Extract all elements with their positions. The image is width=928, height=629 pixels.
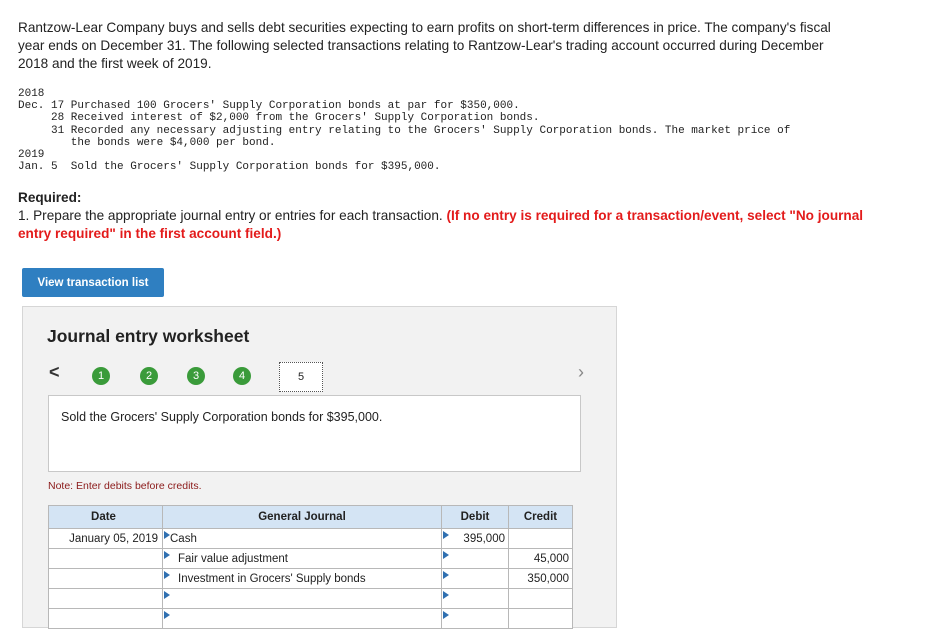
journal-table: Date General Journal Debit Credit Januar… — [48, 505, 573, 629]
table-row — [48, 588, 573, 609]
account-cell[interactable]: Cash — [162, 528, 442, 549]
entry-marker-icon — [443, 571, 449, 579]
credit-cell[interactable]: 350,000 — [508, 568, 573, 589]
dropdown-triangle-icon[interactable] — [164, 611, 170, 619]
account-name: Cash — [170, 532, 197, 545]
entry-marker-icon — [443, 531, 449, 539]
header-debit: Debit — [441, 505, 509, 529]
account-cell[interactable] — [162, 588, 442, 609]
year-2018: 2018 — [18, 88, 45, 100]
step-4-button[interactable]: 4 — [233, 367, 251, 385]
credit-value: 45,000 — [533, 552, 569, 565]
transaction-jan-5: Jan. 5 Sold the Grocers' Supply Corporat… — [18, 161, 441, 174]
table-row: Fair value adjustment 45,000 — [48, 548, 573, 569]
entry-note: Note: Enter debits before credits. — [48, 480, 202, 492]
account-cell[interactable] — [162, 608, 442, 629]
table-row: Investment in Grocers' Supply bonds 350,0… — [48, 568, 573, 589]
debit-cell[interactable] — [441, 548, 509, 569]
debit-cell[interactable] — [441, 588, 509, 609]
transaction-list: 2018 Dec. 17 Purchased 100 Grocers' Supp… — [18, 88, 790, 173]
worksheet-title: Journal entry worksheet — [47, 326, 250, 346]
account-name: Investment in Grocers' Supply bonds — [178, 572, 366, 585]
journal-entry-worksheet: Journal entry worksheet < 1 2 3 4 5 › So… — [22, 306, 617, 629]
dropdown-triangle-icon[interactable] — [164, 551, 170, 559]
year-2019: 2019 — [18, 149, 45, 162]
debit-cell[interactable]: 395,000 — [441, 528, 509, 549]
table-row — [48, 608, 573, 629]
debit-cell[interactable] — [441, 568, 509, 589]
transaction-description: Sold the Grocers' Supply Corporation bon… — [61, 410, 383, 424]
debit-cell[interactable] — [441, 608, 509, 629]
date-cell[interactable] — [48, 588, 163, 609]
step-5-button[interactable]: 5 — [279, 362, 323, 392]
credit-value: 350,000 — [527, 572, 569, 585]
step-2-button[interactable]: 2 — [140, 367, 158, 385]
transaction-description-box: Sold the Grocers' Supply Corporation bon… — [48, 395, 581, 472]
view-transaction-list-button[interactable]: View transaction list — [22, 268, 164, 297]
entry-marker-icon — [443, 591, 449, 599]
dropdown-triangle-icon[interactable] — [164, 571, 170, 579]
date-cell[interactable] — [48, 548, 163, 569]
header-credit: Credit — [508, 505, 573, 529]
account-name: Fair value adjustment — [178, 552, 288, 565]
required-section: Required: 1. Prepare the appropriate jou… — [18, 189, 868, 243]
header-general-journal: General Journal — [162, 505, 442, 529]
prev-arrow-icon[interactable]: < — [49, 362, 60, 383]
date-cell[interactable] — [48, 608, 163, 629]
credit-cell[interactable] — [508, 608, 573, 629]
table-row: January 05, 2019 Cash 395,000 — [48, 528, 573, 549]
transaction-dec-31: 31 Recorded any necessary adjusting entr… — [18, 124, 791, 137]
header-date: Date — [48, 505, 163, 529]
account-cell[interactable]: Investment in Grocers' Supply bonds — [162, 568, 442, 589]
debit-value: 395,000 — [463, 532, 505, 545]
dropdown-triangle-icon[interactable] — [164, 531, 170, 539]
credit-cell[interactable] — [508, 588, 573, 609]
next-arrow-icon[interactable]: › — [578, 362, 584, 383]
account-cell[interactable]: Fair value adjustment — [162, 548, 442, 569]
credit-cell[interactable]: 45,000 — [508, 548, 573, 569]
entry-marker-icon — [443, 551, 449, 559]
transaction-dec-17: Dec. 17 Purchased 100 Grocers' Supply Co… — [18, 100, 520, 113]
date-cell[interactable] — [48, 568, 163, 589]
step-1-button[interactable]: 1 — [92, 367, 110, 385]
required-item-text: 1. Prepare the appropriate journal entry… — [18, 208, 443, 223]
problem-intro: Rantzow-Lear Company buys and sells debt… — [18, 20, 831, 71]
transaction-dec-31-cont: the bonds were $4,000 per bond. — [18, 136, 276, 149]
required-item: 1. Prepare the appropriate journal entry… — [18, 207, 868, 243]
journal-header-row: Date General Journal Debit Credit — [48, 505, 573, 529]
step-3-button[interactable]: 3 — [187, 367, 205, 385]
entry-marker-icon — [443, 611, 449, 619]
credit-cell[interactable] — [508, 528, 573, 549]
required-heading: Required: — [18, 190, 82, 205]
date-cell[interactable]: January 05, 2019 — [48, 528, 163, 549]
transaction-dec-28: 28 Received interest of $2,000 from the … — [18, 112, 540, 125]
dropdown-triangle-icon[interactable] — [164, 591, 170, 599]
